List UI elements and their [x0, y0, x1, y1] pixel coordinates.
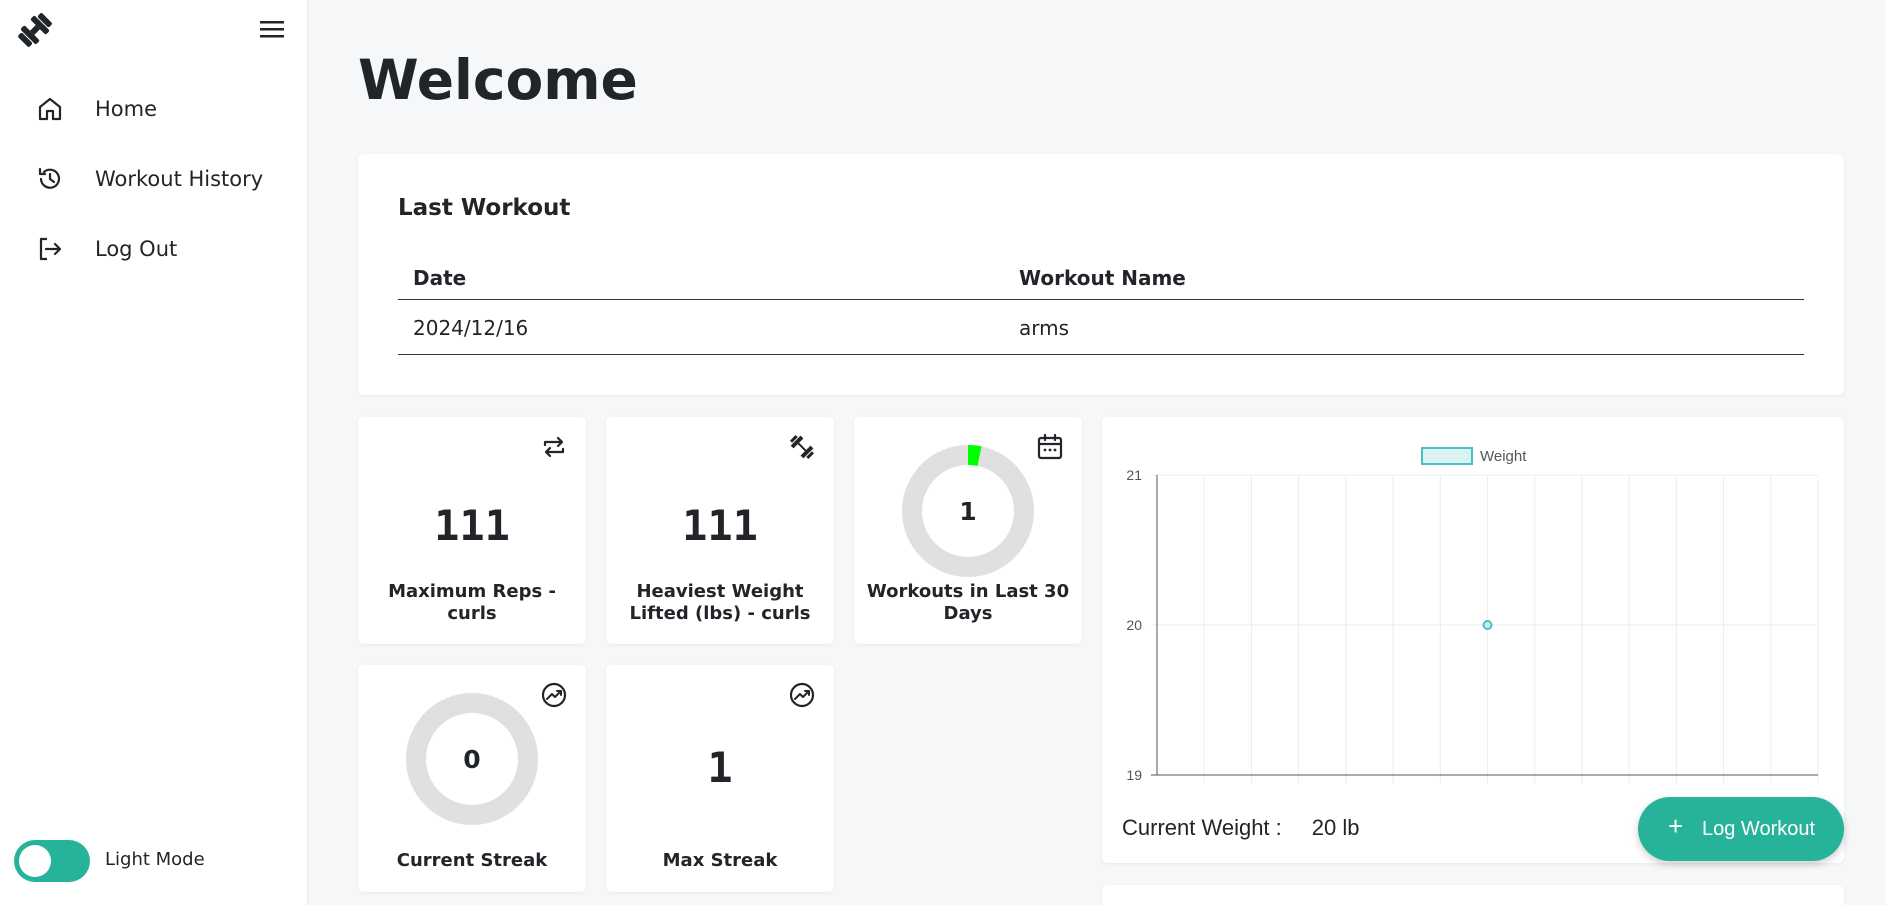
table-row[interactable]: 2024/12/16 arms: [398, 300, 1804, 355]
cell-date: 2024/12/16: [413, 316, 529, 340]
menu-icon[interactable]: [258, 18, 286, 40]
data-point[interactable]: [1482, 620, 1493, 630]
y-tick-label: 20: [1126, 617, 1142, 633]
logout-icon: [39, 237, 62, 261]
legend-label: Weight: [1480, 448, 1527, 465]
legend-swatch: [1421, 447, 1473, 465]
current-weight-label: Current Weight :: [1122, 815, 1282, 840]
sidebar-item-label: Log Out: [95, 237, 178, 261]
repeat-icon: [543, 436, 565, 458]
column-header-workout-name: Workout Name: [1019, 266, 1186, 290]
sidebar-item-workout-history[interactable]: Workout History: [0, 153, 308, 205]
theme-toggle[interactable]: [14, 840, 90, 882]
dumbbell-logo-icon[interactable]: [16, 12, 54, 48]
stat-value: 111: [682, 501, 758, 550]
sidebar: Home Workout History Log Out Light Mode: [0, 0, 308, 905]
y-tick-label: 19: [1126, 767, 1142, 783]
stat-value: 0: [463, 744, 481, 774]
stat-label: Current Streak: [396, 850, 548, 871]
log-workout-label: Log Workout: [1702, 818, 1816, 840]
column-header-date: Date: [413, 266, 467, 290]
stat-card-max-reps: 111 Maximum Reps - curls: [358, 417, 586, 644]
stat-label: Workouts in Last 30 Days: [866, 581, 1070, 624]
bottom-card: [1102, 885, 1844, 905]
log-workout-button[interactable]: + Log Workout: [1638, 797, 1844, 861]
last-workout-heading: Last Workout: [398, 195, 571, 221]
trending-up-icon: [541, 682, 567, 708]
history-icon: [38, 167, 61, 189]
plus-icon: +: [1668, 811, 1684, 841]
sidebar-item-label: Home: [95, 97, 158, 121]
chart-legend[interactable]: Weight: [1421, 447, 1527, 465]
current-weight: Current Weight : 20 lb: [1122, 815, 1360, 841]
stat-label: Max Streak: [662, 850, 778, 871]
weight-chart: Weight 21 20 19: [1126, 447, 1819, 783]
page-title: Welcome: [358, 48, 638, 112]
toggle-knob: [19, 845, 51, 877]
last-workout-card: Last Workout Date Workout Name 2024/12/1…: [358, 154, 1844, 395]
stat-value: 1: [959, 496, 977, 526]
dumbbell-icon: [789, 434, 815, 460]
stat-card-max-streak: 1 Max Streak: [606, 665, 834, 892]
trending-up-icon: [789, 682, 815, 708]
stat-card-heaviest-weight: 111 Heaviest Weight Lifted (lbs) - curls: [606, 417, 834, 644]
stat-card-current-streak: 0 Current Streak: [358, 665, 586, 892]
stat-value: 1: [707, 743, 733, 792]
home-icon: [38, 97, 62, 121]
sidebar-item-label: Workout History: [95, 167, 264, 191]
stat-label: Maximum Reps - curls: [388, 581, 556, 624]
y-tick-label: 21: [1126, 467, 1142, 483]
stat-card-workouts-30-days: 1 Workouts in Last 30 Days: [854, 417, 1082, 644]
table-header: Date Workout Name: [398, 254, 1804, 300]
stat-value: 111: [434, 501, 510, 550]
sidebar-item-home[interactable]: Home: [0, 83, 308, 135]
calendar-icon: [1037, 433, 1063, 460]
stat-label: Heaviest Weight Lifted (lbs) - curls: [629, 581, 811, 624]
theme-toggle-label: Light Mode: [105, 849, 205, 870]
cell-workout-name: arms: [1019, 316, 1070, 340]
current-weight-value: 20 lb: [1311, 815, 1360, 840]
sidebar-item-log-out[interactable]: Log Out: [0, 223, 308, 275]
